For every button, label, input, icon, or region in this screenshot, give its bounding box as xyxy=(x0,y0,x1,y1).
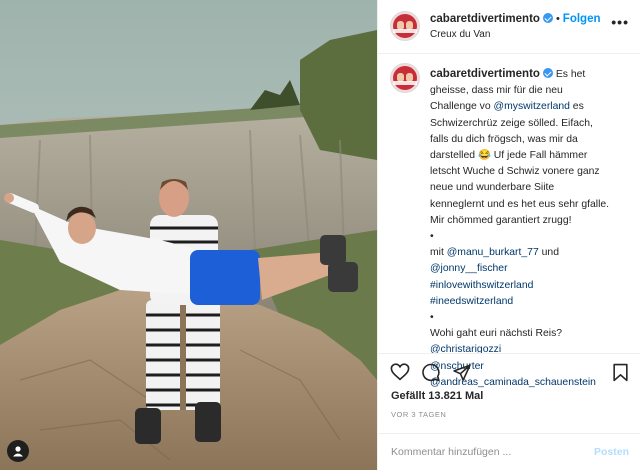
caption-line: • xyxy=(430,312,434,324)
mention-link[interactable]: @jonny__fischer xyxy=(430,263,508,274)
header-user-row: cabaretdivertimento • Folgen xyxy=(430,13,601,25)
caption-line: #ineedswitzerland xyxy=(430,294,630,310)
heart-icon[interactable] xyxy=(390,363,410,381)
caption-line: @jonny__fischer xyxy=(430,261,630,277)
caption-line: Schwizerchrüz zeige sölled. Eifach, xyxy=(430,117,593,129)
post-photo[interactable] xyxy=(0,0,377,470)
comment-bar: Kommentar hinzufügen ... Posten xyxy=(378,433,640,470)
post-actions: Gefällt 13.821 Mal VOR 3 TAGEN xyxy=(378,353,640,433)
verified-badge-icon xyxy=(542,13,553,23)
more-options-icon[interactable]: ••• xyxy=(611,14,629,30)
caption-line: Mir chömmed garantiert zrugg! xyxy=(430,214,572,226)
post-side-panel: cabaretdivertimento • Folgen Creux du Van … xyxy=(377,0,640,470)
post-header: cabaretdivertimento • Folgen Creux du Van … xyxy=(378,0,640,54)
caption-line: kenneglernt und es het eus sehr gfalle. xyxy=(430,198,610,210)
instagram-post: cabaretdivertimento • Folgen Creux du Van … xyxy=(0,0,640,470)
comment-icon[interactable] xyxy=(421,363,441,382)
like-count[interactable]: Gefällt 13.821 Mal xyxy=(391,390,483,402)
caption: cabaretdivertimento Es het gheisse, dass… xyxy=(430,66,630,391)
post-comment-button[interactable]: Posten xyxy=(594,446,629,458)
caption-line: darstelled 😂 Uf jede Fall hämmer xyxy=(430,150,588,162)
caption-line: gheisse, dass mir für die neu xyxy=(430,85,563,97)
caption-line: Challenge vo @myswitzerland es xyxy=(430,101,584,113)
caption-line: • xyxy=(430,231,434,243)
share-icon[interactable] xyxy=(452,363,472,382)
caption-username[interactable]: cabaretdivertimento xyxy=(430,68,540,80)
header-username[interactable]: cabaretdivertimento xyxy=(430,13,540,25)
caption-line: neue und wunderbare Siite xyxy=(430,182,555,194)
location-link[interactable]: Creux du Van xyxy=(430,29,490,40)
caption-text: Es het xyxy=(555,69,586,80)
caption-line: cabaretdivertimento Es het xyxy=(430,66,630,83)
caption-line: mit @manu_burkart_77 und xyxy=(430,247,559,259)
caption-line: #inlovewithswitzerland xyxy=(430,278,630,294)
caption-line: falls du dich frögsch, was mir da xyxy=(430,133,578,145)
mention-link[interactable]: @myswitzerland xyxy=(494,101,570,112)
user-tag-icon[interactable] xyxy=(7,440,29,462)
caption-line: Wohi gaht euri nächsti Reis? xyxy=(430,328,563,340)
mention-link[interactable]: @manu_burkart_77 xyxy=(447,247,539,258)
avatar[interactable] xyxy=(390,11,420,41)
caption-line: letscht Wuche d Schwiz vonere ganz xyxy=(430,166,600,178)
separator-dot: • xyxy=(555,13,560,25)
caption-avatar[interactable] xyxy=(390,63,420,93)
bookmark-icon[interactable] xyxy=(612,363,629,382)
hashtag-link[interactable]: #ineedswitzerland xyxy=(430,296,513,307)
hashtag-link[interactable]: #inlovewithswitzerland xyxy=(430,280,533,291)
comment-input[interactable]: Kommentar hinzufügen ... xyxy=(391,446,511,458)
post-timestamp[interactable]: VOR 3 TAGEN xyxy=(391,410,446,419)
photo-scene xyxy=(0,0,377,470)
follow-button[interactable]: Folgen xyxy=(563,13,601,25)
verified-badge-icon xyxy=(542,68,553,78)
